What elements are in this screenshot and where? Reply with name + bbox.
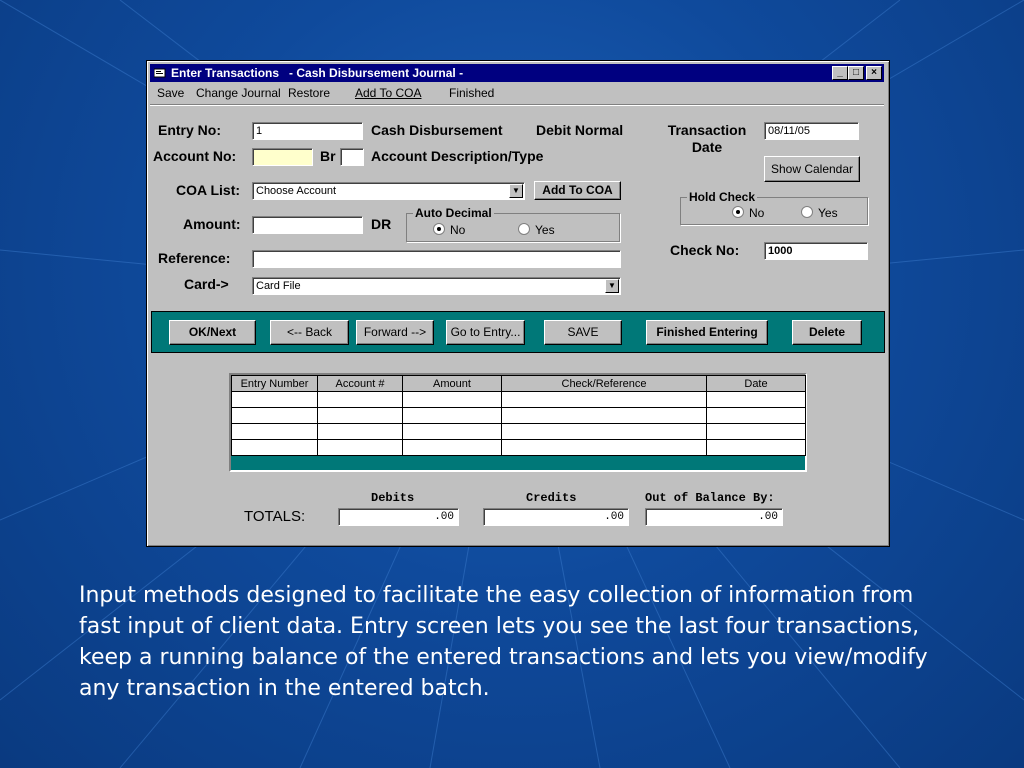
chevron-down-icon[interactable]: ▼ [605,279,619,293]
radio-unselected-icon [801,206,813,218]
hold-check-title: Hold Check [687,190,758,204]
amount-label: Amount: [183,216,241,232]
go-to-entry-button[interactable]: Go to Entry... [446,320,525,345]
menu-bar: Save Change Journal Restore Add To COA F… [150,83,884,103]
slide-caption: Input methods designed to facilitate the… [79,583,928,701]
amount-field[interactable] [252,216,363,234]
auto-decimal-no-radio[interactable]: No [433,223,465,237]
coa-list-dropdown[interactable]: Choose Account ▼ [252,182,525,200]
radio-unselected-icon [518,223,530,235]
action-toolbar: OK/Next <-- Back Forward --> Go to Entry… [151,311,885,353]
branch-field[interactable] [340,148,364,166]
account-no-label: Account No: [153,148,237,164]
transaction-date-field[interactable]: 08/11/05 [764,122,859,140]
window-title: Enter Transactions - Cash Disbursement J… [171,66,464,80]
delete-button[interactable]: Delete [792,320,862,345]
reference-label: Reference: [158,250,231,266]
column-header-entry-number[interactable]: Entry Number [231,375,318,392]
totals-label: TOTALS: [244,508,306,525]
hold-check-group: Hold Check No Yes [680,190,868,225]
check-no-label: Check No: [670,242,740,258]
out-of-balance-label: Out of Balance By: [645,491,775,505]
menu-restore[interactable]: Restore [288,86,330,100]
column-header-amount[interactable]: Amount [402,375,502,392]
entry-no-field[interactable]: 1 [252,122,363,140]
column-header-account[interactable]: Account # [317,375,403,392]
maximize-button[interactable]: □ [848,66,864,80]
reference-field[interactable] [252,250,621,268]
title-bar[interactable]: Enter Transactions - Cash Disbursement J… [150,64,884,82]
dr-label: DR [371,216,392,232]
auto-decimal-group: Auto Decimal No Yes [406,206,620,242]
radio-selected-icon [732,206,744,218]
minimize-button[interactable]: _ [832,66,848,80]
menu-finished[interactable]: Finished [449,86,494,100]
out-of-balance-field: .00 [645,508,783,526]
finished-entering-button[interactable]: Finished Entering [646,320,768,345]
card-label: Card-> [184,276,229,292]
menu-divider [150,104,884,106]
transactions-grid: Entry Number Account # Amount Check/Refe… [229,373,807,472]
column-header-date[interactable]: Date [706,375,806,392]
table-row[interactable] [231,423,806,440]
forward-button[interactable]: Forward --> [356,320,434,345]
table-row[interactable] [231,391,806,408]
radio-selected-icon [433,223,445,235]
table-row[interactable] [231,439,806,456]
coa-list-value: Choose Account [256,185,337,197]
back-button[interactable]: <-- Back [270,320,349,345]
ok-next-button[interactable]: OK/Next [169,320,256,345]
credits-total-field: .00 [483,508,629,526]
coa-list-label: COA List: [176,182,241,198]
account-description-label: Account Description/Type [371,148,544,164]
menu-change-journal[interactable]: Change Journal [196,86,281,100]
menu-add-to-coa[interactable]: Add To COA [355,86,421,100]
card-file-dropdown[interactable]: Card File ▼ [252,277,621,295]
transaction-date-label: Transaction Date [667,122,747,155]
entry-no-label: Entry No: [158,122,221,138]
debits-total-field: .00 [338,508,459,526]
account-no-field[interactable] [252,148,313,166]
enter-transactions-window: Enter Transactions - Cash Disbursement J… [146,60,890,547]
menu-save[interactable]: Save [157,86,184,100]
chevron-down-icon[interactable]: ▼ [509,184,523,198]
debits-label: Debits [371,491,415,505]
column-header-check-reference[interactable]: Check/Reference [501,375,707,392]
hold-check-yes-radio[interactable]: Yes [801,206,838,220]
app-icon [154,68,166,78]
card-file-value: Card File [256,280,301,292]
debit-normal-label: Debit Normal [536,122,624,138]
auto-decimal-title: Auto Decimal [413,206,494,220]
journal-type-label: Cash Disbursement [371,122,503,138]
check-no-field[interactable]: 1000 [764,242,868,260]
auto-decimal-yes-radio[interactable]: Yes [518,223,555,237]
branch-label: Br [320,148,336,164]
show-calendar-button[interactable]: Show Calendar [764,156,860,182]
save-button[interactable]: SAVE [544,320,622,345]
close-button[interactable]: × [866,66,882,80]
table-row[interactable] [231,407,806,424]
add-to-coa-button[interactable]: Add To COA [534,181,621,200]
credits-label: Credits [526,491,577,505]
hold-check-no-radio[interactable]: No [732,206,764,220]
